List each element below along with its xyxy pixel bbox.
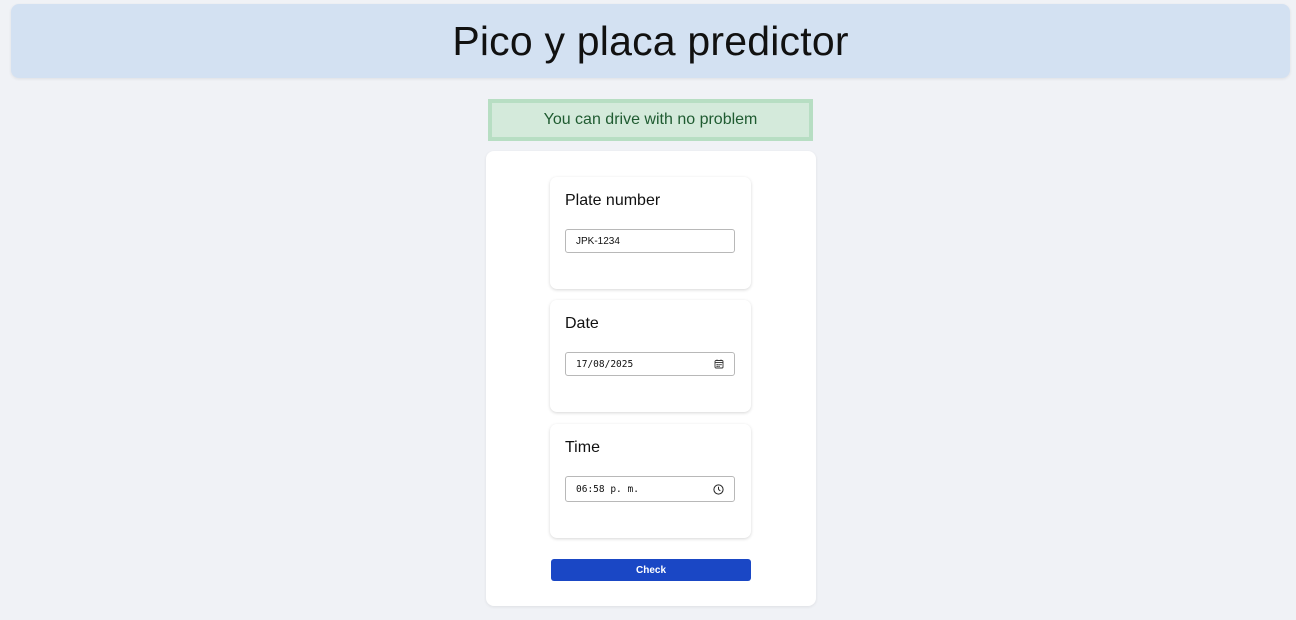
plate-field-card: Plate number JPK-1234	[550, 177, 751, 289]
time-input-value: 06:58 p. m.	[576, 483, 639, 495]
time-label: Time	[565, 439, 600, 456]
result-alert: You can drive with no problem	[488, 99, 813, 141]
time-input[interactable]: 06:58 p. m.	[565, 476, 735, 502]
page-title: Pico y placa predictor	[452, 17, 849, 64]
time-field-card: Time 06:58 p. m.	[550, 424, 751, 538]
check-button[interactable]: Check	[551, 559, 751, 581]
plate-label: Plate number	[565, 192, 661, 209]
date-input-value: 17/08/2025	[576, 358, 634, 370]
date-field-card: Date 17/08/2025	[550, 300, 751, 412]
clock-icon[interactable]	[713, 483, 724, 495]
plate-input[interactable]: JPK-1234	[565, 229, 735, 253]
plate-input-value: JPK-1234	[576, 235, 620, 247]
date-input[interactable]: 17/08/2025	[565, 352, 735, 376]
date-label: Date	[565, 315, 599, 332]
form-panel: Plate number JPK-1234 Date 17/08/2025 Ti…	[486, 151, 816, 606]
result-alert-message: You can drive with no problem	[543, 111, 758, 128]
page-header: Pico y placa predictor	[11, 4, 1290, 78]
calendar-icon[interactable]	[713, 359, 724, 370]
